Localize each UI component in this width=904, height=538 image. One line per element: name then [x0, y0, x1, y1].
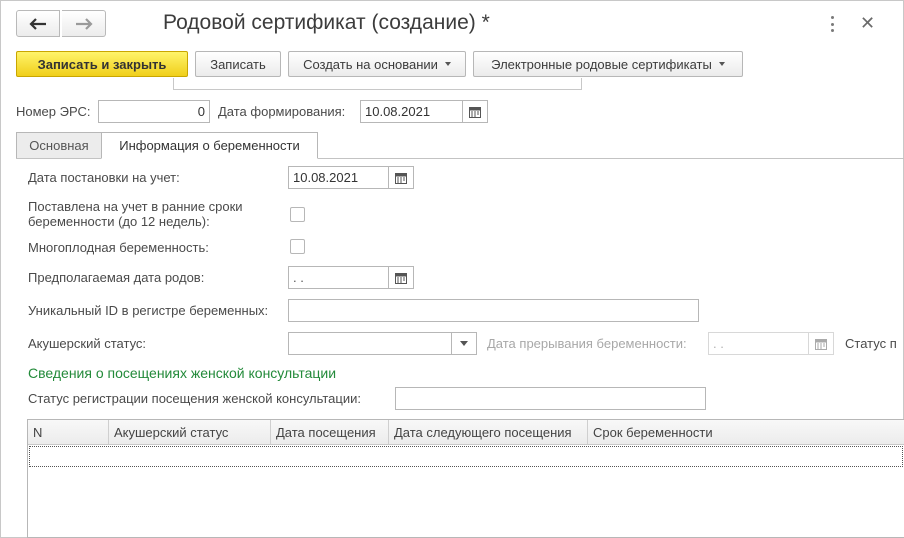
tab-pregnancy-info-label: Информация о беременности	[119, 138, 300, 153]
calendar-icon	[395, 172, 407, 184]
expected-birth-date-input[interactable]: . .	[288, 266, 389, 289]
multiple-pregnancy-label: Многоплодная беременность:	[28, 240, 209, 255]
column-header-visit-date[interactable]: Дата посещения	[271, 420, 389, 444]
column-header-n[interactable]: N	[28, 420, 109, 444]
consultation-reg-status-label: Статус регистрации посещения женской кон…	[28, 391, 361, 406]
arrow-right-icon	[75, 17, 93, 30]
save-and-close-label: Записать и закрыть	[37, 56, 167, 72]
obstetric-status-select[interactable]	[288, 332, 452, 355]
termination-date-input[interactable]: . .	[708, 332, 809, 355]
visits-table-header: N Акушерский статус Дата посещения Дата …	[28, 420, 904, 445]
formation-date-label: Дата формирования:	[218, 104, 346, 119]
tab-main-label: Основная	[29, 138, 89, 153]
arrow-left-icon	[29, 17, 46, 30]
calendar-icon	[395, 272, 407, 284]
formation-date-calendar-button[interactable]	[462, 100, 488, 123]
chevron-down-icon	[718, 62, 725, 66]
registration-date-label: Дата постановки на учет:	[28, 170, 180, 185]
back-button[interactable]	[16, 10, 60, 37]
formation-date-input[interactable]: 10.08.2021	[360, 100, 463, 123]
obstetric-status-label: Акушерский статус:	[28, 336, 147, 351]
unique-id-label: Уникальный ID в регистре беременных:	[28, 303, 269, 318]
expected-birth-date-label: Предполагаемая дата родов:	[28, 270, 205, 285]
multiple-pregnancy-checkbox[interactable]	[290, 239, 305, 254]
expected-birth-date-calendar-button[interactable]	[388, 266, 414, 289]
close-icon[interactable]: ✕	[860, 13, 875, 33]
column-header-next-visit-date[interactable]: Дата следующего посещения	[389, 420, 588, 444]
termination-date-label: Дата прерывания беременности:	[487, 336, 687, 351]
hidden-field-remnant	[173, 78, 582, 90]
column-header-pregnancy-term[interactable]: Срок беременности	[588, 420, 904, 444]
save-label: Записать	[210, 56, 266, 72]
window-title: Родовой сертификат (создание) *	[163, 11, 490, 34]
early-registration-checkbox[interactable]	[290, 207, 305, 222]
create-based-on-label: Создать на основании	[303, 56, 438, 72]
status-label-cut: Статус п	[845, 336, 897, 351]
create-based-on-button[interactable]: Создать на основании	[288, 51, 466, 77]
consultation-section-title: Сведения о посещениях женской консультац…	[28, 365, 337, 381]
registration-date-input[interactable]: 10.08.2021	[288, 166, 389, 189]
more-vertical-icon[interactable]	[826, 14, 838, 34]
early-registration-label: Поставлена на учет в ранние сроки береме…	[28, 199, 243, 229]
obstetric-status-dropdown-button[interactable]	[451, 332, 477, 355]
ers-number-input[interactable]: 0	[98, 100, 210, 123]
table-row[interactable]	[29, 446, 903, 467]
chevron-down-icon	[444, 62, 451, 66]
electronic-certificates-label: Электронные родовые сертификаты	[491, 56, 712, 72]
column-header-obstetric-status[interactable]: Акушерский статус	[109, 420, 271, 444]
save-and-close-button[interactable]: Записать и закрыть	[16, 51, 188, 77]
electronic-certificates-button[interactable]: Электронные родовые сертификаты	[473, 51, 743, 77]
save-button[interactable]: Записать	[195, 51, 281, 77]
calendar-icon	[815, 338, 827, 350]
tab-main[interactable]: Основная	[16, 132, 102, 159]
tab-pregnancy-info[interactable]: Информация о беременности	[101, 132, 318, 159]
ers-number-label: Номер ЭРС:	[16, 104, 91, 119]
calendar-icon	[469, 106, 481, 118]
registration-date-calendar-button[interactable]	[388, 166, 414, 189]
termination-date-calendar-button[interactable]	[808, 332, 834, 355]
visits-table[interactable]: N Акушерский статус Дата посещения Дата …	[27, 419, 904, 538]
forward-button[interactable]	[62, 10, 106, 37]
consultation-reg-status-input[interactable]	[395, 387, 706, 410]
chevron-down-icon	[460, 341, 468, 346]
unique-id-input[interactable]	[288, 299, 699, 322]
